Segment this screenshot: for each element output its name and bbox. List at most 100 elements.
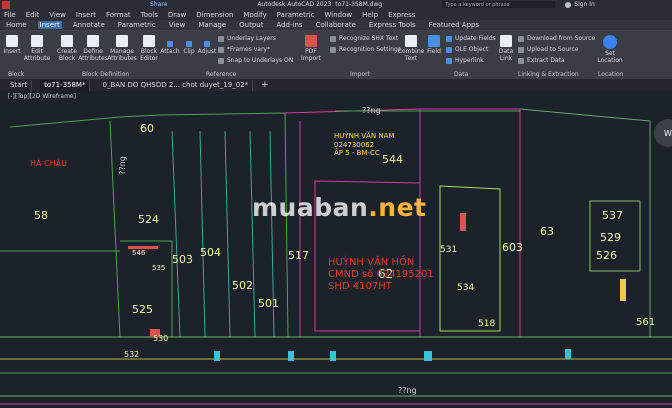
marker-cyan — [424, 351, 432, 361]
underlay-layers-icon — [218, 35, 224, 42]
adjust-icon — [204, 41, 210, 47]
parcel-number: 63 — [540, 225, 554, 238]
menu-bar: File Edit View Insert Format Tools Draw … — [0, 9, 672, 20]
clip-button[interactable]: Clip — [182, 41, 196, 55]
menu-modify[interactable]: Modify — [243, 11, 266, 19]
parcel-boundary — [120, 240, 173, 338]
parcel-number: 544 — [382, 153, 403, 166]
tab-parametric[interactable]: Parametric — [116, 21, 158, 29]
owner-certificate: SHD 4107HT — [328, 281, 392, 292]
panel-reference-label: Reference — [206, 71, 237, 78]
update-fields-icon — [446, 35, 452, 42]
define-attributes-button[interactable]: Define Attributes — [78, 35, 108, 62]
search-input[interactable]: Type a keyword or phrase — [445, 2, 509, 8]
define-attributes-icon — [87, 35, 99, 47]
data-link-button[interactable]: Data Link — [496, 35, 516, 62]
block-editor-button[interactable]: Block Editor — [138, 35, 160, 62]
parcel-number: 60 — [140, 122, 154, 135]
menu-express[interactable]: Express — [388, 11, 415, 19]
marker-red — [620, 279, 626, 301]
menu-parametric[interactable]: Parametric — [277, 11, 315, 19]
tab-view[interactable]: View — [167, 21, 188, 29]
tab-collaborate[interactable]: Collaborate — [314, 21, 358, 29]
combine-text-button[interactable]: Combine Text — [398, 35, 424, 62]
frames-vary-dropdown[interactable]: *Frames vary* — [218, 46, 270, 53]
parcel-number: 561 — [636, 317, 656, 328]
parcel-number: 502 — [232, 279, 253, 292]
extract-data-icon — [518, 57, 524, 64]
parcel-number: 524 — [138, 213, 159, 226]
menu-insert[interactable]: Insert — [76, 11, 96, 19]
update-fields-button[interactable]: Update Fields — [446, 35, 496, 42]
upload-to-source-button[interactable]: Upload to Source — [518, 46, 578, 53]
owner-id: CMND số 024195201 — [328, 269, 434, 280]
insert-block-icon — [6, 35, 18, 47]
menu-view[interactable]: View — [49, 11, 66, 19]
parcel-number: 532 — [124, 350, 140, 359]
watermark-main: muaban — [252, 193, 369, 222]
title-bar: Share Autodesk AutoCAD 2023 to71-358M.dw… — [0, 0, 672, 9]
menu-help[interactable]: Help — [362, 11, 378, 19]
panel-linking-extraction-label: Linking & Extraction — [518, 71, 579, 78]
snap-to-underlays-dropdown[interactable]: Snap to Underlays ON — [218, 57, 293, 64]
document-tabs: Start to71-358M* 0_BAN DO QHSDD 2... cho… — [0, 79, 672, 91]
doc-tab-start[interactable]: Start — [6, 79, 33, 91]
drawing-viewport[interactable]: [-][Top][2D Wireframe] 60 58 524 503 504… — [0, 91, 672, 408]
doc-tab-ban-do[interactable]: 0_BAN DO QHSDD 2... chot duyet_19_02* — [98, 79, 254, 91]
new-tab-button[interactable]: + — [261, 80, 269, 90]
create-block-button[interactable]: Create Block — [56, 35, 78, 62]
sign-in-link[interactable]: Sign In — [574, 1, 595, 8]
parcel-number: 517 — [288, 249, 309, 262]
tab-manage[interactable]: Manage — [196, 21, 228, 29]
edit-attribute-button[interactable]: Edit Attribute — [24, 35, 50, 62]
road-label: ??ng — [362, 106, 381, 115]
parcel-number: 501 — [258, 297, 279, 310]
menu-dimension[interactable]: Dimension — [196, 11, 233, 19]
parcel-boundary — [224, 130, 231, 338]
menu-tools[interactable]: Tools — [141, 11, 158, 19]
insert-button[interactable]: Insert — [2, 35, 22, 55]
autocad-logo-icon — [2, 0, 10, 9]
attach-button[interactable]: Attach — [160, 41, 180, 55]
tab-output[interactable]: Output — [237, 21, 265, 29]
tab-add-ins[interactable]: Add-ins — [274, 21, 304, 29]
menu-format[interactable]: Format — [106, 11, 131, 19]
field-button[interactable]: Field — [426, 35, 442, 55]
parcel-boundary — [199, 130, 206, 338]
owner-address: ẤP 5 - BM-CC — [334, 149, 380, 157]
tab-annotate[interactable]: Annotate — [71, 21, 107, 29]
recognize-shx-text-button[interactable]: Recognize SHX Text — [330, 35, 398, 42]
extract-data-button[interactable]: Extract Data — [518, 57, 565, 64]
globe-icon — [603, 35, 617, 49]
parcel-number: 546 — [132, 249, 146, 257]
set-location-button[interactable]: Set Location — [597, 35, 623, 64]
block-editor-icon — [143, 35, 155, 47]
menu-file[interactable]: File — [4, 11, 16, 19]
tab-featured-apps[interactable]: Featured Apps — [427, 21, 481, 29]
manage-attributes-button[interactable]: Manage Attributes — [107, 35, 137, 62]
recognition-settings-button[interactable]: Recognition Settings — [330, 46, 401, 53]
download-from-source-button[interactable]: Download from Source — [518, 35, 595, 42]
hyperlink-icon — [446, 57, 452, 64]
tab-home[interactable]: Home — [4, 21, 29, 29]
adjust-button[interactable]: Adjust — [198, 41, 216, 55]
underlay-layers-button[interactable]: Underlay Layers — [218, 35, 276, 42]
menu-draw[interactable]: Draw — [168, 11, 186, 19]
file-name: to71-358M.dwg — [335, 1, 383, 8]
parcel-number: 603 — [502, 241, 523, 254]
pdf-import-button[interactable]: PDF Import — [298, 35, 324, 62]
user-icon[interactable] — [565, 1, 572, 8]
parcel-number: 529 — [600, 231, 621, 244]
doc-tab-to71[interactable]: to71-358M* — [40, 79, 91, 91]
ole-object-button[interactable]: OLE Object — [446, 46, 488, 53]
parcel-number: 531 — [440, 245, 458, 255]
menu-window[interactable]: Window — [325, 11, 353, 19]
tab-express-tools[interactable]: Express Tools — [367, 21, 418, 29]
share-button[interactable]: Share — [150, 1, 167, 8]
menu-edit[interactable]: Edit — [26, 11, 40, 19]
tab-insert[interactable]: Insert — [37, 21, 62, 29]
search-field[interactable]: Type a keyword or phrase — [442, 1, 556, 8]
hyperlink-button[interactable]: Hyperlink — [446, 57, 484, 64]
clip-icon — [186, 41, 192, 47]
ole-object-icon — [446, 46, 452, 53]
